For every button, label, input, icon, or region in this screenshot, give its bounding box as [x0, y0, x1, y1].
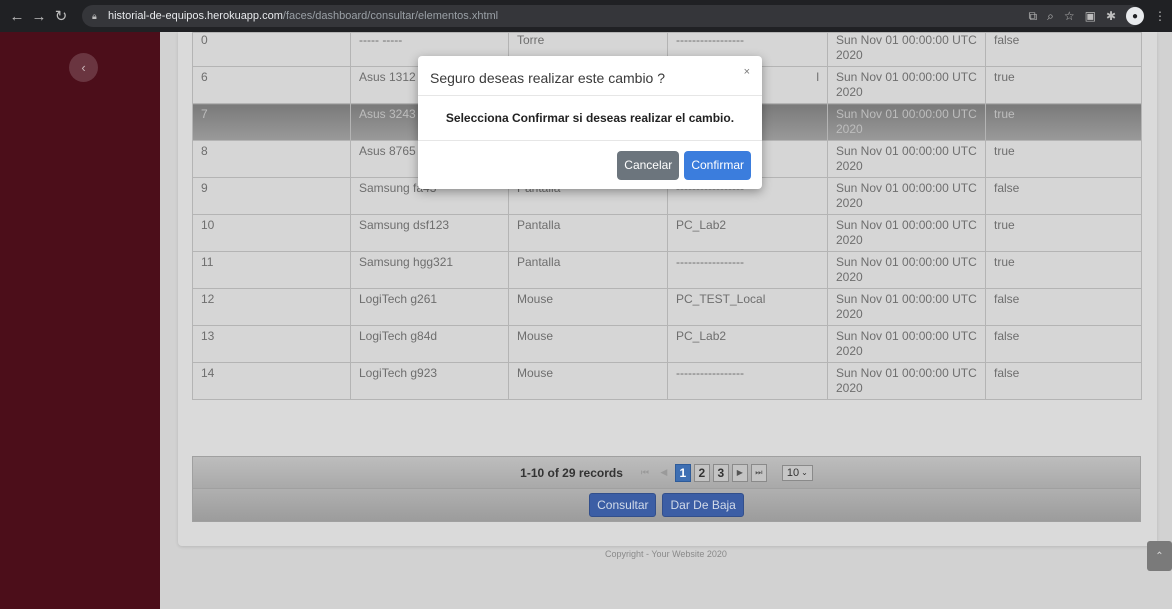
url-path: /faces/dashboard/consultar/elementos.xht…	[282, 10, 499, 22]
last-page-icon[interactable]: ⏭	[750, 463, 767, 482]
bookmark-star-icon[interactable]: ☆	[1064, 9, 1075, 23]
table-cell-assigned: -----------------	[667, 251, 828, 289]
table-cell-name: Samsung hgg321	[350, 251, 509, 289]
table-cell-type: Mouse	[508, 288, 668, 326]
previous-page-icon[interactable]: ◀	[656, 464, 672, 482]
records-count: 1-10 of 29 records	[520, 465, 623, 480]
table-cell-date: Sun Nov 01 00:00:00 UTC 2020	[827, 362, 986, 400]
translate-icon[interactable]: ⧉	[1029, 9, 1038, 24]
table-cell-name: Samsung dsf123	[350, 214, 509, 252]
page-button-2[interactable]: 2	[693, 463, 710, 482]
table-cell-active: false	[985, 177, 1142, 215]
table-cell-id: 0	[192, 32, 351, 67]
sidebar: ‹	[0, 32, 160, 609]
table-cell-id: 9	[192, 177, 351, 215]
table-cell-id: 6	[192, 66, 351, 104]
table-cell-active: true	[985, 251, 1142, 289]
table-cell-active: false	[985, 288, 1142, 326]
dar-de-baja-button[interactable]: Dar De Baja	[662, 493, 744, 517]
page-button-3[interactable]: 3	[712, 463, 729, 482]
table-cell-date: Sun Nov 01 00:00:00 UTC 2020	[827, 325, 986, 363]
table-row[interactable]: 10 Samsung dsf123 Pantalla PC_Lab2 Sun Nov 0…	[192, 214, 1142, 252]
table-cell-id: 12	[192, 288, 351, 326]
browser-toolbar: ← → ↻ 🔒︎ historial-de-equipos.herokuapp.…	[0, 0, 1172, 32]
browser-actions: ⧉ ⌕ ☆ ▣ ✱ ● ⋮	[1029, 0, 1166, 32]
table-cell-assigned: PC_Lab2	[667, 214, 828, 252]
close-icon[interactable]: ×	[744, 66, 750, 78]
table-cell-name: LogiTech g923	[350, 362, 509, 400]
paginator: 1-10 of 29 records ⏮ ◀ 1 2 3 ▶ ⏭ 10 ⌄	[192, 456, 1141, 489]
page-button-1[interactable]: 1	[674, 463, 691, 482]
chevron-down-icon: ⌄	[801, 468, 808, 477]
confirm-dialog: Seguro deseas realizar este cambio ? × S…	[418, 56, 762, 189]
table-cell-name: LogiTech g261	[350, 288, 509, 326]
table-cell-type: Mouse	[508, 362, 668, 400]
dialog-message: Selecciona Confirmar si deseas realizar …	[418, 96, 762, 141]
table-cell-id: 8	[192, 140, 351, 178]
table-cell-assigned: PC_TEST_Local	[667, 288, 828, 326]
table-cell-id: 13	[192, 325, 351, 363]
dialog-footer: Cancelar Confirmar	[418, 141, 762, 189]
table-cell-assigned: -----------------	[667, 362, 828, 400]
table-cell-date: Sun Nov 01 00:00:00 UTC 2020	[827, 32, 986, 67]
table-cell-date: Sun Nov 01 00:00:00 UTC 2020	[827, 214, 986, 252]
url-host: historial-de-equipos.herokuapp.com	[108, 10, 283, 22]
browser-menu-icon[interactable]: ⋮	[1154, 9, 1166, 23]
rows-per-page-value: 10	[786, 466, 800, 479]
zoom-icon[interactable]: ⌕	[1047, 9, 1054, 24]
next-page-icon[interactable]: ▶	[731, 463, 748, 482]
dialog-header: Seguro deseas realizar este cambio ? ×	[418, 56, 762, 96]
back-arrow-icon[interactable]: ←	[6, 8, 28, 25]
table-row[interactable]: 12 LogiTech g261 Mouse PC_TEST_Local Sun Nov…	[192, 288, 1142, 326]
table-cell-active: false	[985, 325, 1142, 363]
table-cell-date: Sun Nov 01 00:00:00 UTC 2020	[827, 177, 986, 215]
forward-arrow-icon[interactable]: →	[28, 8, 50, 25]
table-row[interactable]: 14 LogiTech g923 Mouse ----------------- Sun…	[192, 362, 1142, 400]
consultar-button[interactable]: Consultar	[589, 493, 657, 517]
table-cell-assigned: PC_Lab2	[667, 325, 828, 363]
table-cell-date: Sun Nov 01 00:00:00 UTC 2020	[827, 288, 986, 326]
table-cell-active: true	[985, 140, 1142, 178]
cancel-button[interactable]: Cancelar	[617, 150, 680, 180]
table-row[interactable]: 11 Samsung hgg321 Pantalla ----------------…	[192, 251, 1142, 289]
table-cell-active: false	[985, 362, 1142, 400]
sidebar-toggle-chevron-left-icon[interactable]: ‹	[69, 53, 98, 82]
footer-copyright: Copyright - Your Website 2020	[605, 549, 727, 559]
first-page-icon[interactable]: ⏮	[637, 464, 653, 482]
address-bar[interactable]: 🔒︎ historial-de-equipos.herokuapp.com/fa…	[82, 5, 1142, 27]
table-cell-type: Mouse	[508, 325, 668, 363]
extensions-puzzle-icon[interactable]: ✱	[1106, 9, 1116, 23]
table-cell-active: true	[985, 103, 1142, 141]
extension-icon[interactable]: ▣	[1085, 9, 1096, 23]
table-row[interactable]: 13 LogiTech g84d Mouse PC_Lab2 Sun Nov 01 00…	[192, 325, 1142, 363]
table-cell-date: Sun Nov 01 00:00:00 UTC 2020	[827, 66, 986, 104]
table-cell-date: Sun Nov 01 00:00:00 UTC 2020	[827, 103, 986, 141]
rows-per-page-select[interactable]: 10 ⌄	[781, 464, 813, 481]
table-cell-active: true	[985, 66, 1142, 104]
table-cell-id: 11	[192, 251, 351, 289]
profile-avatar-icon[interactable]: ●	[1126, 7, 1144, 25]
lock-icon: 🔒︎	[92, 10, 97, 21]
reload-icon[interactable]: ↻	[50, 7, 72, 25]
table-cell-id: 7	[192, 103, 351, 141]
table-cell-id: 14	[192, 362, 351, 400]
table-cell-active: false	[985, 32, 1142, 67]
table-cell-active: true	[985, 214, 1142, 252]
table-cell-type: Pantalla	[508, 214, 668, 252]
table-cell-name: LogiTech g84d	[350, 325, 509, 363]
dialog-title: Seguro deseas realizar este cambio ?	[430, 70, 666, 86]
scroll-to-top-chevron-up-icon[interactable]: ⌃	[1147, 541, 1172, 571]
table-cell-date: Sun Nov 01 00:00:00 UTC 2020	[827, 251, 986, 289]
confirm-button[interactable]: Confirmar	[684, 150, 751, 180]
table-cell-id: 10	[192, 214, 351, 252]
table-cell-date: Sun Nov 01 00:00:00 UTC 2020	[827, 140, 986, 178]
actions-bar: Consultar Dar De Baja	[192, 489, 1141, 522]
table-cell-type: Pantalla	[508, 251, 668, 289]
